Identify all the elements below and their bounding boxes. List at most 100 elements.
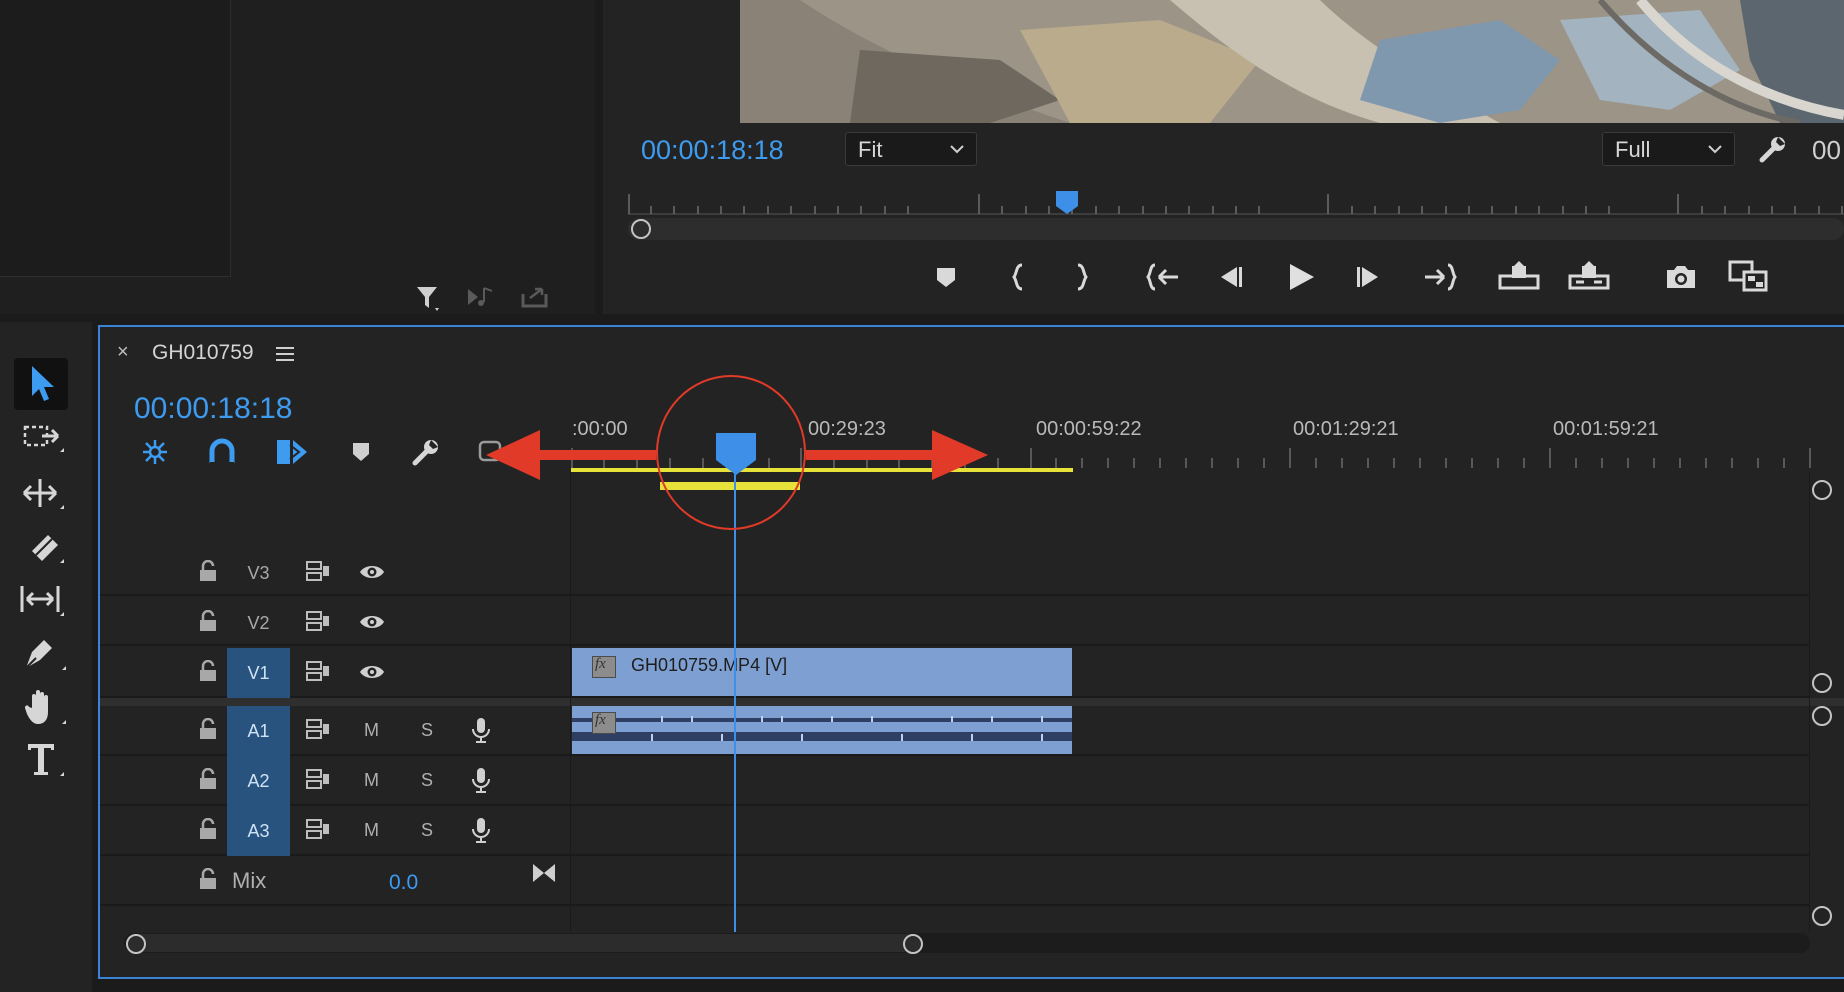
snap-icon[interactable]	[208, 437, 236, 467]
playhead-line[interactable]	[734, 472, 736, 932]
program-timecode[interactable]: 00:00:18:18	[641, 135, 784, 166]
lock-icon[interactable]	[198, 560, 218, 582]
track-target-a2[interactable]: A2	[227, 756, 290, 806]
zoom-dropdown[interactable]: Fit	[845, 132, 977, 166]
hand-icon[interactable]	[22, 686, 66, 728]
timeline-zoom-bar[interactable]	[126, 934, 916, 952]
ruler-label-4: 00:01:59:21	[1553, 418, 1659, 440]
step-back-icon[interactable]	[1215, 264, 1245, 290]
nest-icon[interactable]	[140, 437, 170, 467]
track-target-v2[interactable]: V2	[227, 598, 290, 648]
monitor-scroll-handle[interactable]	[631, 219, 651, 239]
sync-icon[interactable]	[305, 768, 331, 790]
solo-button-a2[interactable]: S	[421, 770, 433, 791]
ruler-label-2: 00:00:59:22	[1036, 418, 1142, 440]
compare-icon[interactable]	[1728, 260, 1768, 292]
sync-icon[interactable]	[305, 560, 331, 582]
annotation-arrow-right-icon	[806, 428, 990, 482]
eye-icon[interactable]	[358, 662, 386, 682]
zoom-handle-right[interactable]	[903, 934, 923, 954]
project-list-area	[0, 0, 231, 277]
extract-icon[interactable]	[1568, 260, 1610, 292]
track-target-v1[interactable]: V1	[227, 648, 290, 698]
mic-icon[interactable]	[470, 716, 492, 744]
add-marker-icon[interactable]	[350, 441, 372, 465]
eye-icon[interactable]	[358, 612, 386, 632]
camera-icon[interactable]	[1665, 264, 1697, 290]
track-select-icon[interactable]	[22, 422, 66, 458]
mark-out-icon[interactable]	[1072, 263, 1092, 291]
linked-selection-icon[interactable]	[275, 437, 309, 467]
mute-button-a3[interactable]: M	[364, 820, 379, 841]
monitor-zoom-scrollbar[interactable]	[628, 218, 1844, 240]
ruler-label-3: 00:01:29:21	[1293, 418, 1399, 440]
sync-icon[interactable]	[305, 660, 331, 682]
type-icon[interactable]	[24, 740, 64, 780]
resolution-dropdown-value: Full	[1615, 137, 1651, 162]
sync-icon[interactable]	[305, 818, 331, 840]
lift-icon[interactable]	[1498, 260, 1540, 292]
clip-fx-label: fx	[595, 656, 606, 672]
vertical-scroll-handle-audio[interactable]	[1812, 706, 1832, 726]
track-area-right-edge	[1809, 472, 1810, 932]
video-preview	[740, 0, 1844, 123]
razor-icon[interactable]	[24, 527, 64, 567]
mix-pan-icon[interactable]	[531, 862, 557, 884]
wrench-icon[interactable]	[1758, 134, 1788, 164]
mute-button-a2[interactable]: M	[364, 770, 379, 791]
panel-menu-icon[interactable]	[275, 346, 295, 362]
sync-icon[interactable]	[305, 718, 331, 740]
close-tab-button[interactable]: ×	[117, 341, 129, 364]
chevron-down-icon	[1706, 140, 1724, 158]
lock-icon[interactable]	[198, 868, 218, 890]
vertical-scroll-handle-top[interactable]	[1812, 480, 1832, 500]
right-timecode-partial: 00	[1812, 135, 1841, 165]
timeline-timecode[interactable]: 00:00:18:18	[134, 392, 292, 426]
track-area-separator	[570, 472, 571, 932]
mark-in-icon[interactable]	[1008, 263, 1028, 291]
lock-icon[interactable]	[198, 660, 218, 682]
monitor-time-ruler[interactable]	[628, 190, 1844, 216]
lock-icon[interactable]	[198, 610, 218, 632]
video-clip-name: GH010759.MP4 [V]	[631, 655, 788, 675]
zoom-handle-left[interactable]	[126, 934, 146, 954]
track-target-a3[interactable]: A3	[227, 806, 290, 856]
chevron-down-icon	[948, 140, 966, 158]
mix-value[interactable]: 0.0	[389, 871, 418, 895]
sync-icon[interactable]	[305, 610, 331, 632]
audio-clip[interactable]	[572, 706, 1072, 754]
slip-icon[interactable]	[18, 580, 66, 620]
marker-icon[interactable]	[935, 266, 957, 290]
insert-icon[interactable]	[466, 284, 496, 310]
eye-icon[interactable]	[358, 562, 386, 582]
export-icon[interactable]	[520, 284, 550, 310]
track-row-a2	[100, 756, 1810, 806]
monitor-playhead[interactable]	[1055, 190, 1079, 216]
vertical-scroll-handle-video[interactable]	[1812, 673, 1832, 693]
ripple-edit-icon[interactable]	[20, 475, 66, 515]
track-target-v3[interactable]: V3	[227, 548, 290, 598]
track-target-a1[interactable]: A1	[227, 706, 290, 756]
pen-icon[interactable]	[22, 632, 66, 674]
sequence-tab-title[interactable]: GH010759	[152, 341, 254, 365]
vertical-scroll-handle-bottom[interactable]	[1812, 906, 1832, 926]
video-audio-divider[interactable]	[100, 698, 1844, 706]
go-to-out-icon[interactable]	[1422, 263, 1458, 291]
solo-button-a1[interactable]: S	[421, 720, 433, 741]
mic-icon[interactable]	[470, 816, 492, 844]
lock-icon[interactable]	[198, 818, 218, 840]
mute-button-a1[interactable]: M	[364, 720, 379, 741]
filter-icon[interactable]	[415, 284, 443, 312]
selection-tool-icon	[28, 364, 56, 404]
playback-resolution-dropdown[interactable]: Full	[1602, 132, 1735, 166]
zoom-dropdown-value: Fit	[858, 137, 883, 162]
lock-icon[interactable]	[198, 768, 218, 790]
track-row-a3	[100, 806, 1810, 856]
play-icon[interactable]	[1286, 262, 1316, 292]
timeline-settings-wrench-icon[interactable]	[411, 437, 441, 467]
solo-button-a3[interactable]: S	[421, 820, 433, 841]
step-forward-icon[interactable]	[1354, 264, 1384, 290]
go-to-in-icon[interactable]	[1145, 263, 1181, 291]
lock-icon[interactable]	[198, 718, 218, 740]
mic-icon[interactable]	[470, 766, 492, 794]
